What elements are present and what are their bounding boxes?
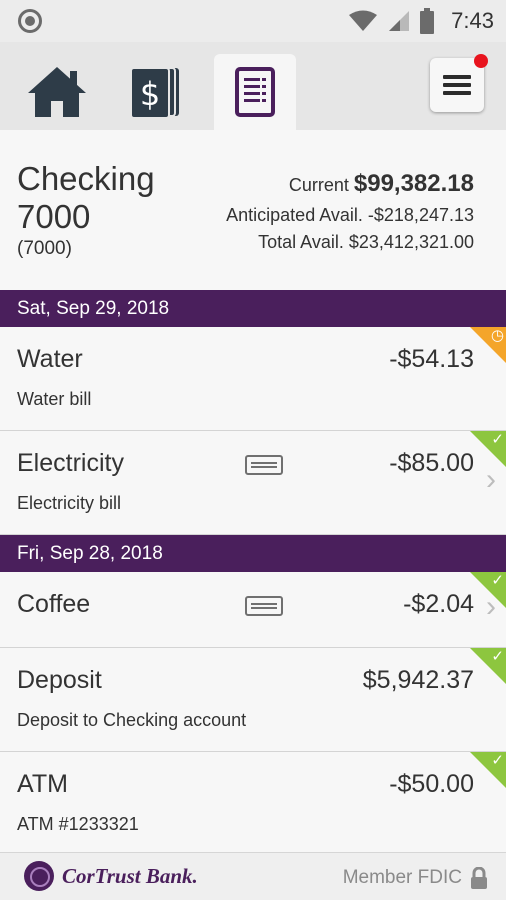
tab-accounts[interactable]: $ <box>114 54 196 130</box>
transaction-amount: -$50.00 <box>389 770 474 798</box>
current-label: Current <box>288 175 349 195</box>
notification-badge <box>474 54 488 68</box>
transaction-description: ATM #1233321 <box>17 814 139 834</box>
list-icon <box>235 67 275 117</box>
transaction-amount: -$54.13 <box>389 345 474 373</box>
transaction-row[interactable]: Electricity Electricity bill -$85.00 › ✓ <box>0 431 506 535</box>
svg-text:$: $ <box>140 75 160 113</box>
card-icon <box>245 596 283 616</box>
battery-icon <box>420 8 435 34</box>
money-icon: $ <box>130 67 179 119</box>
check-icon: ✓ <box>491 648 504 665</box>
current-balance: Current $99,382.18 <box>289 170 474 198</box>
transaction-description: Electricity bill <box>17 493 122 513</box>
account-summary: Checking 7000 (7000) Current $99,382.18 … <box>0 130 506 290</box>
transaction-title: Coffee <box>17 590 91 618</box>
current-value: $99,382.18 <box>353 170 474 197</box>
date-header: Fri, Sep 28, 2018 <box>0 535 506 572</box>
check-icon: ✓ <box>491 752 504 769</box>
signal-icon <box>389 11 410 31</box>
transaction-amount: $5,942.37 <box>362 666 474 694</box>
menu-button[interactable] <box>430 54 488 112</box>
record-icon <box>18 9 42 33</box>
transaction-description: Water bill <box>17 389 92 409</box>
bank-name: CorTrust Bank. <box>62 864 198 888</box>
chevron-right-icon: › <box>486 463 496 496</box>
transaction-title: ATM <box>17 770 68 798</box>
tab-transactions[interactable] <box>214 54 296 130</box>
bank-logo-icon <box>24 861 54 891</box>
account-number: (7000) <box>17 238 72 259</box>
transaction-row[interactable]: Coffee -$2.04 › ✓ <box>0 572 506 648</box>
transaction-row[interactable]: Water Water bill -$54.13 ◷ <box>0 327 506 431</box>
clock-icon: ◷ <box>490 327 504 344</box>
card-icon <box>245 455 283 475</box>
total-balance: Total Avail. $23,412,321.00 <box>258 232 474 252</box>
status-time: 7:43 <box>451 8 494 33</box>
transaction-row[interactable]: ATM ATM #1233321 -$50.00 ✓ <box>0 752 506 852</box>
member-fdic-label: Member FDIC <box>342 867 462 888</box>
wifi-icon <box>349 10 378 31</box>
transaction-amount: -$85.00 <box>389 449 474 477</box>
transaction-title: Water <box>17 345 83 373</box>
tab-home[interactable] <box>16 54 98 130</box>
lock-icon <box>471 867 487 889</box>
tab-bar: $ <box>0 42 506 130</box>
transaction-title: Electricity <box>17 449 124 477</box>
transaction-description: Deposit to Checking account <box>17 710 247 730</box>
account-name: Checking 7000 <box>17 160 155 235</box>
transaction-title: Deposit <box>17 666 102 694</box>
transaction-amount: -$2.04 <box>403 590 474 618</box>
anticipated-balance: Anticipated Avail. -$218,247.13 <box>226 205 474 225</box>
status-bar: 7:43 <box>0 0 506 42</box>
check-icon: ✓ <box>491 572 504 589</box>
home-icon <box>28 67 86 117</box>
check-icon: ✓ <box>491 431 504 448</box>
date-header: Sat, Sep 29, 2018 <box>0 290 506 327</box>
transaction-row[interactable]: Deposit Deposit to Checking account $5,9… <box>0 648 506 752</box>
hamburger-icon <box>443 75 471 95</box>
footer: CorTrust Bank. Member FDIC <box>0 852 506 900</box>
